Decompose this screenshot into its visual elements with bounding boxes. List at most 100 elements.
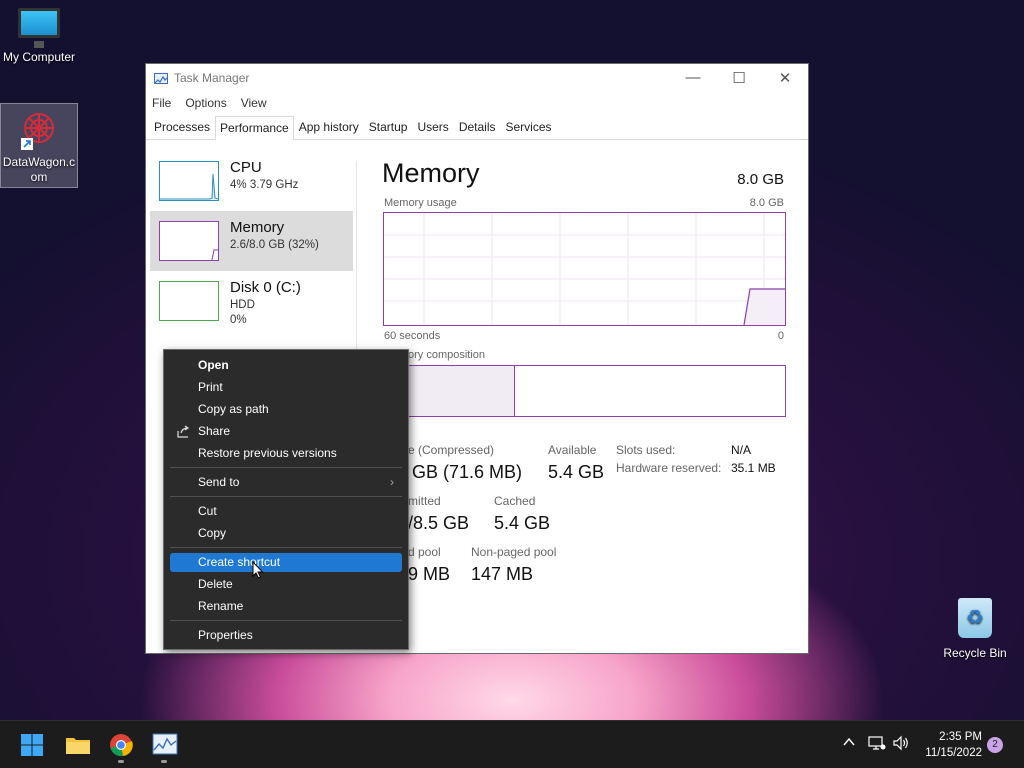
notification-badge[interactable]: 2	[987, 737, 1003, 753]
menu-bar: File Options View	[146, 92, 808, 114]
menu-item-label: Copy	[198, 526, 227, 540]
menu-separator	[170, 496, 402, 497]
start-icon[interactable]	[20, 733, 44, 757]
datawagon-logo-icon	[17, 108, 61, 152]
tab-services[interactable]: Services	[501, 119, 557, 139]
context-menu: Open Print Copy as path Share Restore pr…	[163, 349, 409, 650]
resource-detail: 2.6/8.0 GB (32%)	[230, 239, 319, 251]
clock-date: 11/15/2022	[925, 747, 982, 759]
menu-separator	[170, 467, 402, 468]
close-button[interactable]: ✕	[762, 69, 808, 87]
chrome-icon[interactable]	[109, 733, 133, 763]
recycle-bin-icon: ♻	[958, 598, 992, 638]
menu-item-label: Share	[198, 424, 231, 438]
memory-usage-max: 8.0 GB	[749, 197, 784, 209]
menu-item-label: Rename	[198, 599, 244, 613]
mouse-cursor-icon	[252, 560, 264, 584]
menu-options[interactable]: Options	[185, 96, 226, 110]
menu-separator	[170, 547, 402, 548]
resource-detail-2: 0%	[230, 314, 247, 326]
minimize-button[interactable]: —	[670, 69, 716, 87]
menu-item-rename[interactable]: Rename	[170, 597, 402, 616]
tab-processes[interactable]: Processes	[149, 119, 215, 139]
desktop-icon-datawagon[interactable]: DataWagon.c om	[0, 103, 78, 188]
desktop-icon-recycle-bin[interactable]: ♻ Recycle Bin	[936, 598, 1014, 661]
menu-item-properties[interactable]: Properties	[170, 626, 402, 645]
cached-label: Cached	[494, 494, 536, 508]
volume-icon[interactable]	[892, 735, 910, 754]
menu-item-open[interactable]: Open	[170, 356, 402, 375]
page-title: Memory	[382, 158, 480, 188]
running-indicator	[161, 760, 167, 763]
menu-item-label: Restore previous versions	[198, 446, 337, 460]
hardware-reserved-value: 35.1 MB	[731, 461, 776, 475]
task-manager-icon[interactable]	[152, 733, 178, 763]
resource-item-cpu[interactable]: CPU 4% 3.79 GHz	[150, 151, 353, 211]
menu-item-label: Create shortcut	[198, 555, 281, 569]
tab-users[interactable]: Users	[412, 119, 453, 139]
hardware-reserved-label: Hardware reserved:	[616, 461, 722, 475]
memory-composition-bar	[383, 365, 786, 417]
committed-label: mitted	[408, 494, 441, 508]
menu-file[interactable]: File	[152, 96, 171, 110]
committed-value: /8.5 GB	[408, 513, 470, 533]
chevron-right-icon: ›	[390, 475, 394, 489]
menu-item-restore-previous-versions[interactable]: Restore previous versions	[170, 444, 402, 463]
memory-composition-label: ory composition	[408, 349, 486, 361]
network-icon[interactable]	[868, 735, 886, 754]
title-bar[interactable]: Task Manager — ☐ ✕	[146, 64, 808, 92]
slots-used-value: N/A	[731, 443, 752, 457]
resource-name: CPU	[230, 159, 262, 176]
taskbar-clock[interactable]: 2:35 PM 11/15/2022	[918, 729, 982, 761]
tab-startup[interactable]: Startup	[364, 119, 413, 139]
menu-separator	[170, 620, 402, 621]
menu-item-label: Delete	[198, 577, 233, 591]
taskbar: 2:35 PM 11/15/2022 2	[0, 720, 1024, 768]
menu-item-copy-as-path[interactable]: Copy as path	[170, 400, 402, 419]
memory-thumbnail-graph	[159, 221, 219, 261]
tab-performance[interactable]: Performance	[215, 116, 294, 140]
disk-thumbnail-graph	[159, 281, 219, 321]
available-value: 5.4 GB	[548, 462, 605, 482]
running-indicator	[118, 760, 124, 763]
desktop-icon-label: DataWagon.c om	[2, 155, 76, 184]
maximize-button[interactable]: ☐	[716, 69, 762, 87]
menu-item-label: Send to	[198, 475, 240, 489]
resource-detail: 4% 3.79 GHz	[230, 179, 299, 191]
menu-item-copy[interactable]: Copy	[170, 524, 402, 543]
menu-item-label: Properties	[198, 628, 253, 642]
tab-app-history[interactable]: App history	[294, 119, 364, 139]
resource-name: Memory	[230, 219, 285, 236]
window-title: Task Manager	[174, 71, 250, 85]
non-paged-pool-value: 147 MB	[471, 564, 534, 584]
menu-item-label: Cut	[198, 504, 217, 518]
menu-item-create-shortcut[interactable]: Create shortcut	[170, 553, 402, 572]
menu-item-cut[interactable]: Cut	[170, 502, 402, 521]
non-paged-pool-label: Non-paged pool	[471, 545, 557, 559]
desktop-icon-my-computer[interactable]: My Computer	[0, 8, 78, 65]
menu-item-label: Open	[198, 358, 229, 372]
memory-usage-graph	[383, 212, 786, 326]
file-explorer-icon[interactable]	[65, 733, 90, 757]
tab-details[interactable]: Details	[454, 119, 501, 139]
menu-item-share[interactable]: Share	[170, 422, 402, 441]
memory-total: 8.0 GB	[737, 171, 784, 188]
menu-item-label: Print	[198, 380, 223, 394]
available-label: Available	[548, 443, 597, 457]
menu-item-print[interactable]: Print	[170, 378, 402, 397]
share-icon	[176, 422, 190, 445]
graph-time-right: 0	[777, 330, 784, 342]
memory-usage-label: Memory usage	[384, 197, 457, 209]
monitor-icon	[18, 8, 60, 48]
menu-view[interactable]: View	[241, 96, 267, 110]
in-use-value: GB (71.6 MB)	[412, 462, 523, 482]
desktop-icon-label: My Computer	[2, 50, 76, 64]
chevron-up-icon[interactable]	[842, 735, 856, 752]
resource-item-disk[interactable]: Disk 0 (C:) HDD 0%	[150, 271, 353, 331]
resource-item-memory[interactable]: Memory 2.6/8.0 GB (32%)	[150, 211, 353, 271]
desktop-icon-label: Recycle Bin	[943, 646, 1007, 660]
menu-item-delete[interactable]: Delete	[170, 575, 402, 594]
menu-item-send-to[interactable]: Send to ›	[170, 473, 402, 492]
paged-pool-label: d pool	[408, 545, 441, 559]
cpu-thumbnail-graph	[159, 161, 219, 201]
